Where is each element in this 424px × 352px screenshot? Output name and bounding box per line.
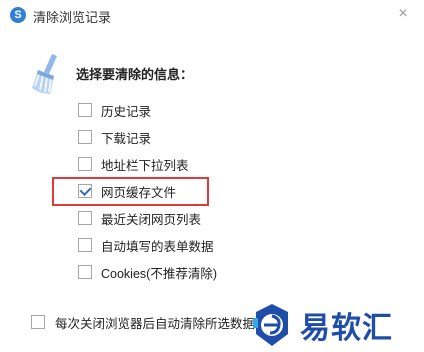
cookies-checkbox[interactable]: [78, 265, 92, 279]
address-bar-checkbox[interactable]: [78, 157, 92, 171]
option-autofill-forms[interactable]: 自动填写的表单数据: [78, 236, 214, 254]
option-label: Cookies(不推荐清除): [101, 266, 217, 281]
broom-icon: [32, 54, 57, 94]
recently-closed-checkbox[interactable]: [78, 211, 92, 225]
title-bar: S 清除浏览记录 ×: [0, 0, 424, 30]
option-cookies[interactable]: Cookies(不推荐清除): [78, 263, 217, 281]
autofill-checkbox[interactable]: [78, 238, 92, 252]
dialog-title: 清除浏览记录: [33, 10, 112, 25]
option-address-bar-dropdown[interactable]: 地址栏下拉列表: [78, 155, 189, 173]
option-recently-closed[interactable]: 最近关闭网页列表: [78, 209, 201, 227]
downloads-checkbox[interactable]: [78, 130, 92, 144]
watermark: 易软汇: [252, 300, 416, 350]
watermark-text: 易软汇: [300, 312, 393, 345]
auto-clear-label: 每次关闭浏览器后自动清除所选数据: [55, 316, 256, 331]
option-downloads[interactable]: 下载记录: [78, 128, 151, 146]
auto-clear-checkbox[interactable]: [31, 315, 45, 329]
option-label: 最近关闭网页列表: [101, 212, 202, 227]
close-button[interactable]: ×: [394, 5, 412, 23]
option-label: 下载记录: [101, 131, 152, 146]
browser-logo-icon: S: [10, 7, 26, 23]
option-label: 地址栏下拉列表: [101, 158, 189, 173]
option-history[interactable]: 历史记录: [78, 101, 151, 119]
watermark-logo-icon: [253, 304, 288, 346]
history-checkbox[interactable]: [78, 103, 92, 117]
option-label: 自动填写的表单数据: [101, 239, 214, 254]
section-heading: 选择要清除的信息：: [76, 67, 194, 82]
option-label: 历史记录: [101, 104, 152, 119]
auto-clear-option[interactable]: 每次关闭浏览器后自动清除所选数据: [31, 313, 255, 331]
clear-browsing-data-dialog: S 清除浏览记录 × 选择要清除的信息： 历史记录 下载记录 地址栏下拉列表 网…: [0, 0, 424, 352]
highlight-box: [52, 177, 209, 206]
